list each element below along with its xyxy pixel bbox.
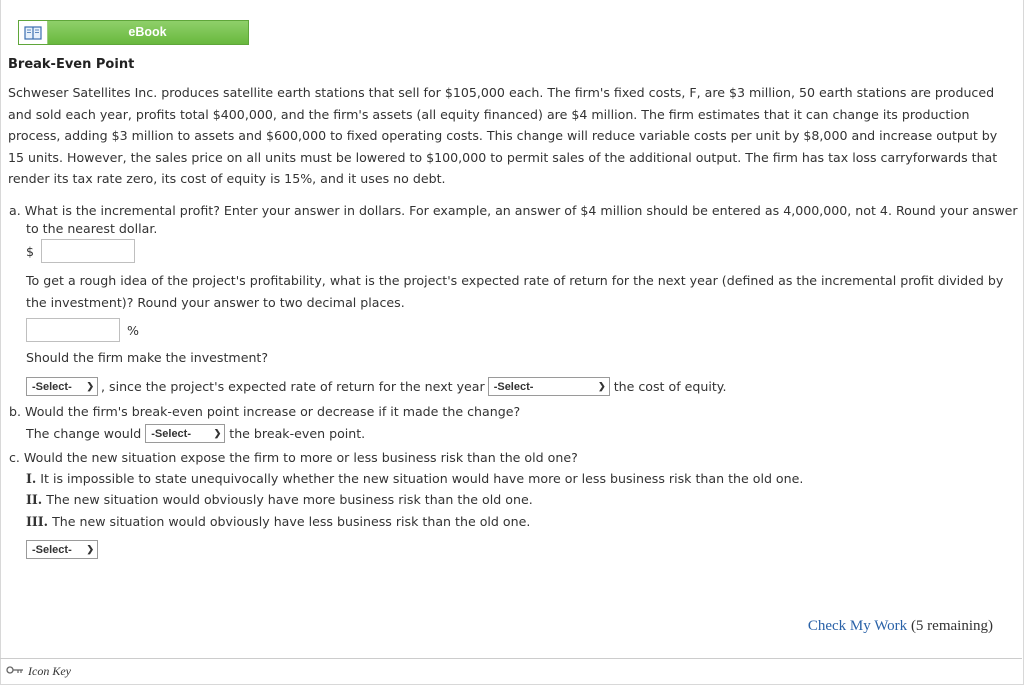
invest-row: -Select- ❯ , since the project's expected… — [26, 377, 726, 396]
since-text: , since the project's expected rate of r… — [101, 379, 485, 394]
change-prefix: The change would — [26, 426, 142, 441]
cost-text: the cost of equity. — [613, 379, 727, 394]
page-title: Break-Even Point — [8, 57, 135, 72]
currency-symbol: $ — [26, 243, 35, 259]
ebook-label: eBook — [128, 25, 167, 39]
profit-input-row: $ — [26, 239, 136, 263]
icon-key-label: Icon Key — [28, 664, 71, 678]
footer-divider — [0, 658, 1022, 659]
rate-compare-select[interactable]: -Select- ❯ — [487, 377, 610, 396]
option-i: I. It is impossible to state unequivocal… — [26, 471, 803, 486]
risk-select-value: -Select- — [32, 543, 72, 556]
option-ii: II. The new situation would obviously ha… — [26, 492, 533, 507]
change-suffix: the break-even point. — [229, 426, 366, 441]
rate-compare-select-value: -Select- — [493, 380, 534, 393]
risk-select-row: -Select- ❯ — [26, 540, 98, 559]
chevron-down-icon: ❯ — [86, 544, 94, 554]
question-c-text: c. Would the new situation expose the fi… — [9, 450, 578, 465]
question-b-text: b. Would the firm's break-even point inc… — [9, 404, 521, 419]
option-iii-num: III. — [26, 514, 49, 529]
option-i-text: It is impossible to state unequivocally … — [40, 471, 804, 486]
risk-select[interactable]: -Select- ❯ — [26, 540, 98, 559]
invest-select-value: -Select- — [32, 380, 72, 393]
option-ii-text: The new situation would obviously have m… — [46, 492, 533, 507]
chevron-down-icon: ❯ — [598, 381, 606, 391]
chevron-down-icon: ❯ — [213, 428, 222, 438]
ebook-button[interactable]: eBook — [18, 20, 249, 45]
option-iii: III. The new situation would obviously h… — [26, 514, 530, 529]
breakeven-select[interactable]: -Select- ❯ — [145, 424, 226, 443]
option-i-num: I. — [26, 471, 37, 486]
rate-question: To get a rough idea of the project's pro… — [26, 270, 1006, 313]
rate-question-line1: To get a rough idea of the project's pro… — [26, 273, 1004, 288]
invest-select[interactable]: -Select- ❯ — [26, 377, 98, 396]
invest-question: Should the firm make the investment? — [26, 350, 269, 365]
rate-of-return-input[interactable] — [26, 318, 120, 342]
rate-input-row: % — [26, 318, 139, 342]
key-icon — [6, 664, 24, 679]
question-a-text: a. What is the incremental profit? Enter… — [9, 203, 1018, 218]
option-iii-text: The new situation would obviously have l… — [52, 514, 531, 529]
problem-statement: Schweser Satellites Inc. produces satell… — [8, 85, 998, 186]
option-ii-num: II. — [26, 492, 43, 507]
breakeven-select-value: -Select- — [151, 427, 192, 440]
question-a-text-cont: to the nearest dollar. — [26, 221, 158, 236]
check-my-work-link[interactable]: Check My Work — [808, 618, 907, 634]
breakeven-row: The change would -Select- ❯ the break-eve… — [26, 424, 365, 443]
percent-symbol: % — [127, 322, 139, 338]
book-icon — [19, 21, 48, 44]
chevron-down-icon: ❯ — [86, 381, 94, 391]
remaining-count: (5 remaining) — [910, 618, 993, 634]
incremental-profit-input[interactable] — [41, 239, 136, 263]
check-my-work: Check My Work (5 remaining) — [808, 618, 993, 635]
icon-key-link[interactable]: Icon Key — [6, 664, 71, 679]
rate-question-line2: the investment)? Round your answer to tw… — [26, 294, 405, 310]
